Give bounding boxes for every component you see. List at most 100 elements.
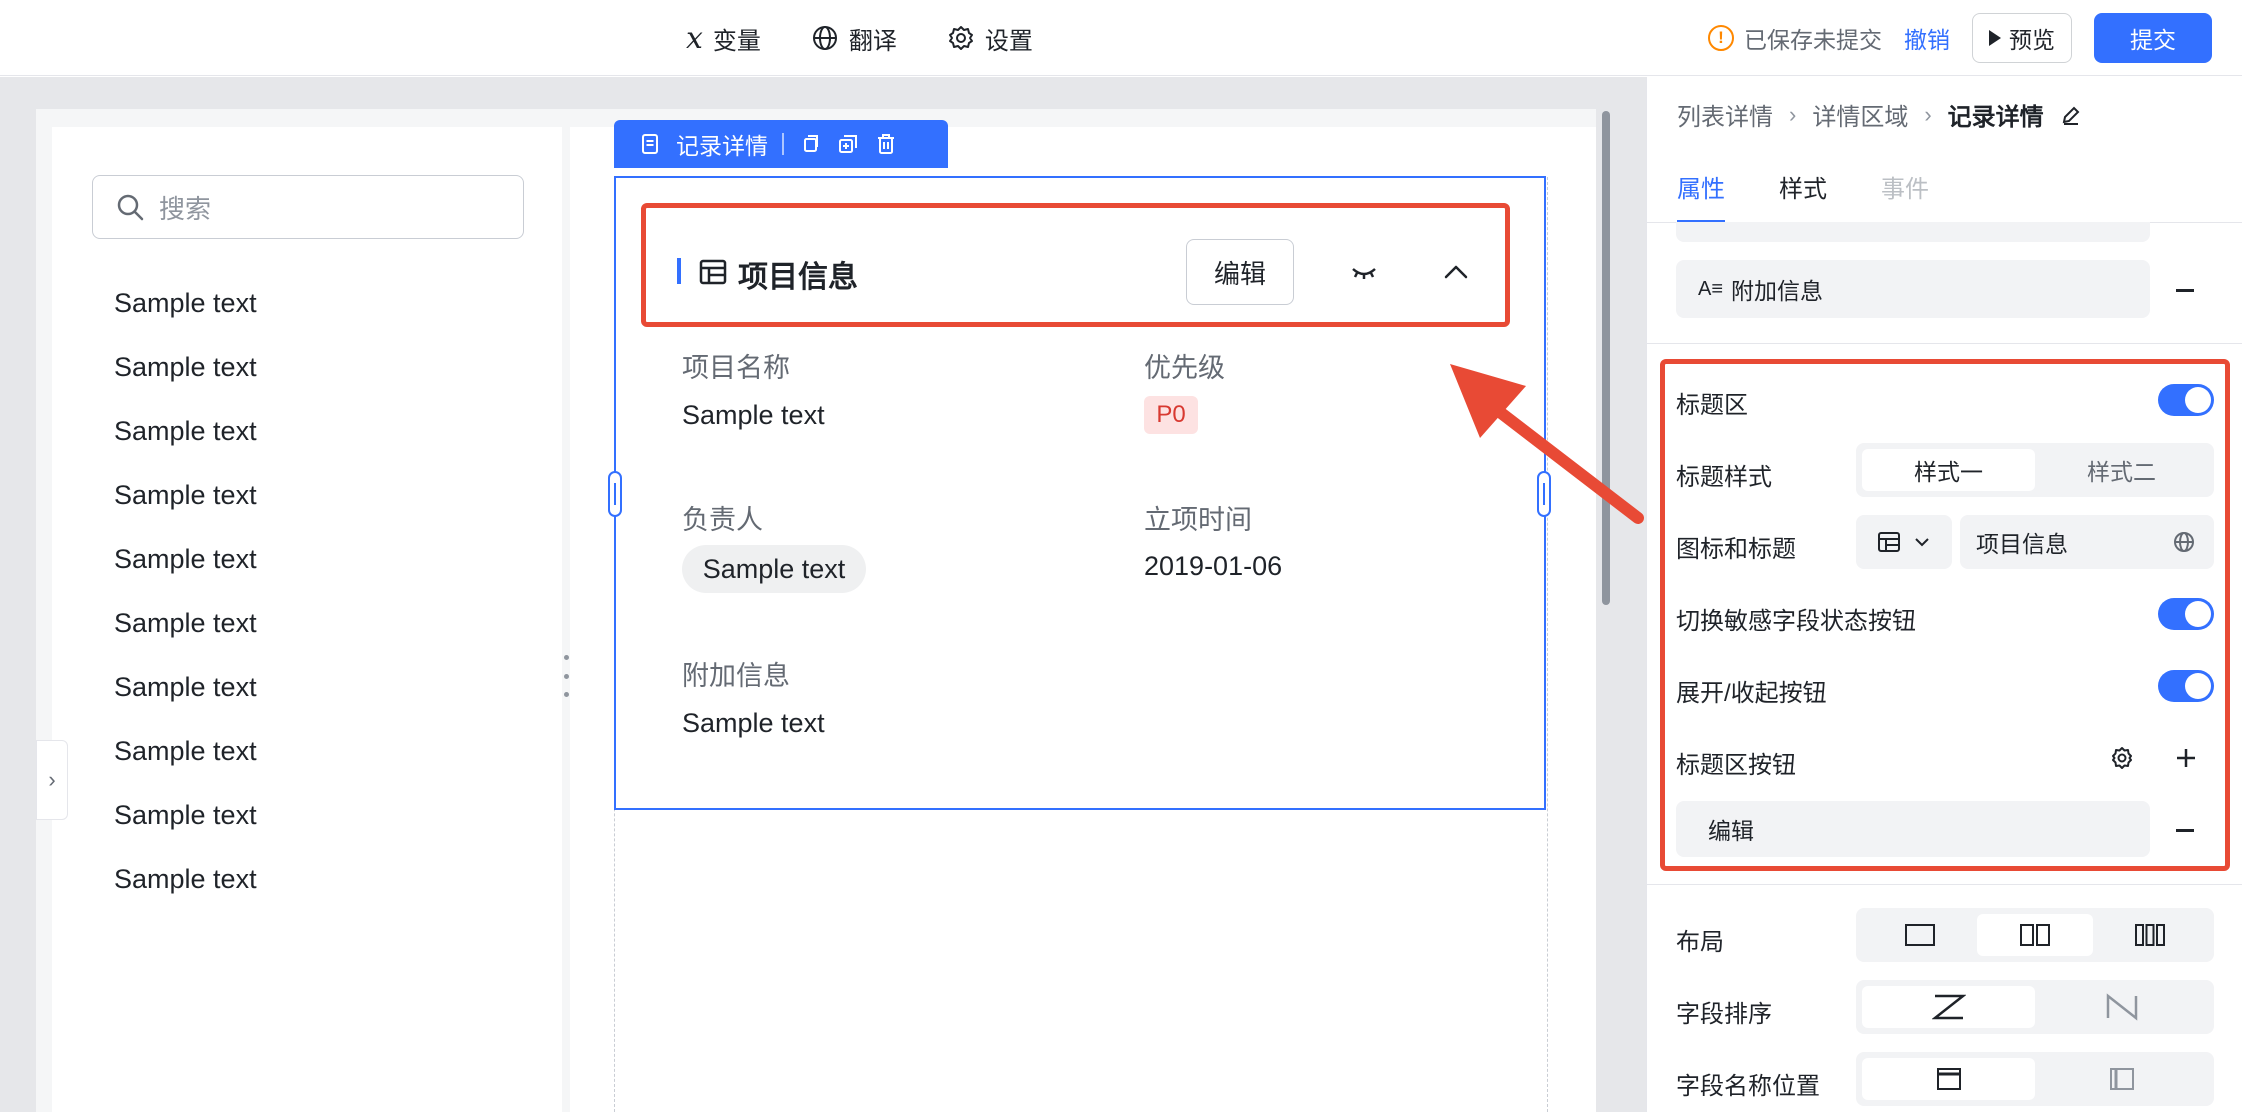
list-item[interactable]: Sample text — [114, 799, 257, 863]
sensitive-toggle[interactable] — [2158, 598, 2214, 630]
remove-field-button[interactable] — [2176, 289, 2194, 292]
list-item[interactable]: Sample text — [114, 479, 257, 543]
name-position-top[interactable] — [1862, 1058, 2035, 1100]
breadcrumb: 列表详情 › 详情区域 › 记录详情 — [1677, 97, 2082, 132]
undo-button[interactable]: 撤销 — [1904, 21, 1950, 55]
layout-two-columns[interactable] — [1977, 914, 2093, 956]
extra-info-label: 附加信息 — [682, 661, 790, 691]
translate-button[interactable]: 翻译 — [811, 21, 897, 56]
chevron-up-icon[interactable] — [1440, 256, 1472, 288]
title-area-toggle[interactable] — [2158, 384, 2214, 416]
icon-title-label: 图标和标题 — [1676, 536, 1796, 563]
toolbar-divider — [782, 133, 784, 155]
list-item[interactable]: Sample text — [114, 543, 257, 607]
list-panel: 搜索 Sample text Sample text Sample text S… — [52, 127, 562, 1112]
name-position-left[interactable] — [2035, 1058, 2208, 1100]
list-item[interactable]: Sample text — [114, 735, 257, 799]
field-name-position-label: 字段名称位置 — [1676, 1073, 1820, 1100]
title-area-label: 标题区 — [1676, 392, 1748, 419]
title-text-value: 项目信息 — [1976, 531, 2068, 557]
text-format-icon: A≡ — [1698, 277, 1724, 300]
title-accent-bar — [677, 258, 681, 284]
title-buttons-label: 标题区按钮 — [1676, 752, 1796, 779]
resize-handle-left[interactable] — [608, 471, 622, 517]
layout-label: 布局 — [1676, 929, 1724, 956]
record-list: Sample text Sample text Sample text Samp… — [114, 287, 257, 927]
list-item[interactable]: Sample text — [114, 351, 257, 415]
warning-icon: ! — [1708, 25, 1734, 51]
canvas-scrollbar[interactable] — [1602, 111, 1610, 605]
chevron-right-icon: › — [48, 767, 56, 792]
edit-button[interactable]: 编辑 — [1186, 239, 1294, 305]
translate-label: 翻译 — [848, 27, 897, 55]
title-style-option-2[interactable]: 样式二 — [2035, 449, 2208, 491]
field-item-partial[interactable] — [1676, 222, 2150, 242]
globe-icon — [812, 26, 837, 50]
project-name-label: 项目名称 — [682, 353, 790, 383]
copy-icon[interactable] — [798, 132, 822, 156]
title-text-input[interactable]: 项目信息 — [1960, 515, 2214, 569]
priority-tag: P0 — [1144, 396, 1198, 434]
list-item[interactable]: Sample text — [114, 863, 257, 927]
tab-style[interactable]: 样式 — [1779, 169, 1827, 225]
save-status-text: 已保存未提交 — [1744, 27, 1882, 53]
table-icon — [699, 259, 727, 285]
title-style-option-1[interactable]: 样式一 — [1862, 449, 2035, 491]
variables-button[interactable]: 𝑥 变量 — [686, 21, 761, 56]
section-divider — [1646, 884, 2242, 885]
remove-title-button[interactable] — [2176, 829, 2194, 832]
order-column-first[interactable] — [2035, 986, 2208, 1028]
field-name-position-selector — [1856, 1052, 2214, 1106]
settings-label: 设置 — [984, 27, 1033, 55]
title-button-item[interactable]: 编辑 — [1676, 801, 2150, 857]
n-order-icon — [2106, 993, 2137, 1021]
eye-closed-icon[interactable] — [1348, 256, 1380, 288]
owner-label: 负责人 — [682, 505, 763, 535]
plus-icon[interactable] — [2174, 746, 2198, 770]
top-center-menu: 𝑥 变量 翻译 设置 — [686, 18, 1033, 58]
search-icon — [117, 194, 144, 221]
breadcrumb-item[interactable]: 列表详情 — [1677, 97, 1773, 132]
tab-properties[interactable]: 属性 — [1677, 169, 1725, 225]
three-columns-icon — [2135, 924, 2166, 946]
tab-events[interactable]: 事件 — [1881, 169, 1929, 225]
top-toolbar: 𝑥 变量 翻译 设置 ! 已保存未提交 撤销 预览 提交 — [0, 0, 2242, 76]
section-title: 项目信息 — [738, 261, 858, 294]
pencil-icon[interactable] — [2060, 104, 2082, 126]
owner-tag: Sample text — [682, 545, 866, 593]
expand-collapse-toggle[interactable] — [2158, 670, 2214, 702]
project-name-value: Sample text — [682, 400, 825, 430]
search-input[interactable]: 搜索 — [92, 175, 524, 239]
variables-label: 变量 — [712, 27, 761, 55]
z-order-icon — [1931, 994, 1966, 1020]
title-button-item-label: 编辑 — [1708, 818, 1754, 844]
list-item[interactable]: Sample text — [114, 415, 257, 479]
list-item[interactable]: Sample text — [114, 671, 257, 735]
preview-label: 预览 — [2009, 27, 2055, 53]
one-column-icon — [1904, 924, 1935, 946]
chevron-down-icon — [1915, 538, 1929, 547]
list-item[interactable]: Sample text — [114, 287, 257, 351]
duplicate-icon[interactable] — [836, 132, 860, 156]
chevron-right-icon: › — [1789, 101, 1797, 127]
icon-select[interactable] — [1856, 515, 1952, 569]
globe-icon[interactable] — [2172, 530, 2196, 554]
field-order-label: 字段排序 — [1676, 1001, 1772, 1028]
table-icon — [1878, 532, 1900, 552]
layout-one-column[interactable] — [1862, 914, 1977, 956]
breadcrumb-current: 记录详情 — [1947, 104, 2044, 131]
submit-button[interactable]: 提交 — [2094, 13, 2212, 63]
breadcrumb-item[interactable]: 详情区域 — [1812, 97, 1908, 132]
layout-three-columns[interactable] — [2093, 914, 2208, 956]
resize-handle[interactable] — [562, 655, 570, 697]
delete-icon[interactable] — [874, 132, 898, 156]
gear-icon[interactable] — [2110, 746, 2134, 770]
order-row-first[interactable] — [1862, 986, 2035, 1028]
expand-panel-button[interactable]: › — [36, 740, 68, 820]
preview-button[interactable]: 预览 — [1972, 13, 2072, 63]
field-item-extra-info[interactable]: A≡ 附加信息 — [1676, 260, 2150, 318]
settings-button[interactable]: 设置 — [947, 21, 1033, 56]
field-item-label: 附加信息 — [1731, 278, 1824, 304]
list-item[interactable]: Sample text — [114, 607, 257, 671]
start-date-label: 立项时间 — [1144, 505, 1252, 535]
